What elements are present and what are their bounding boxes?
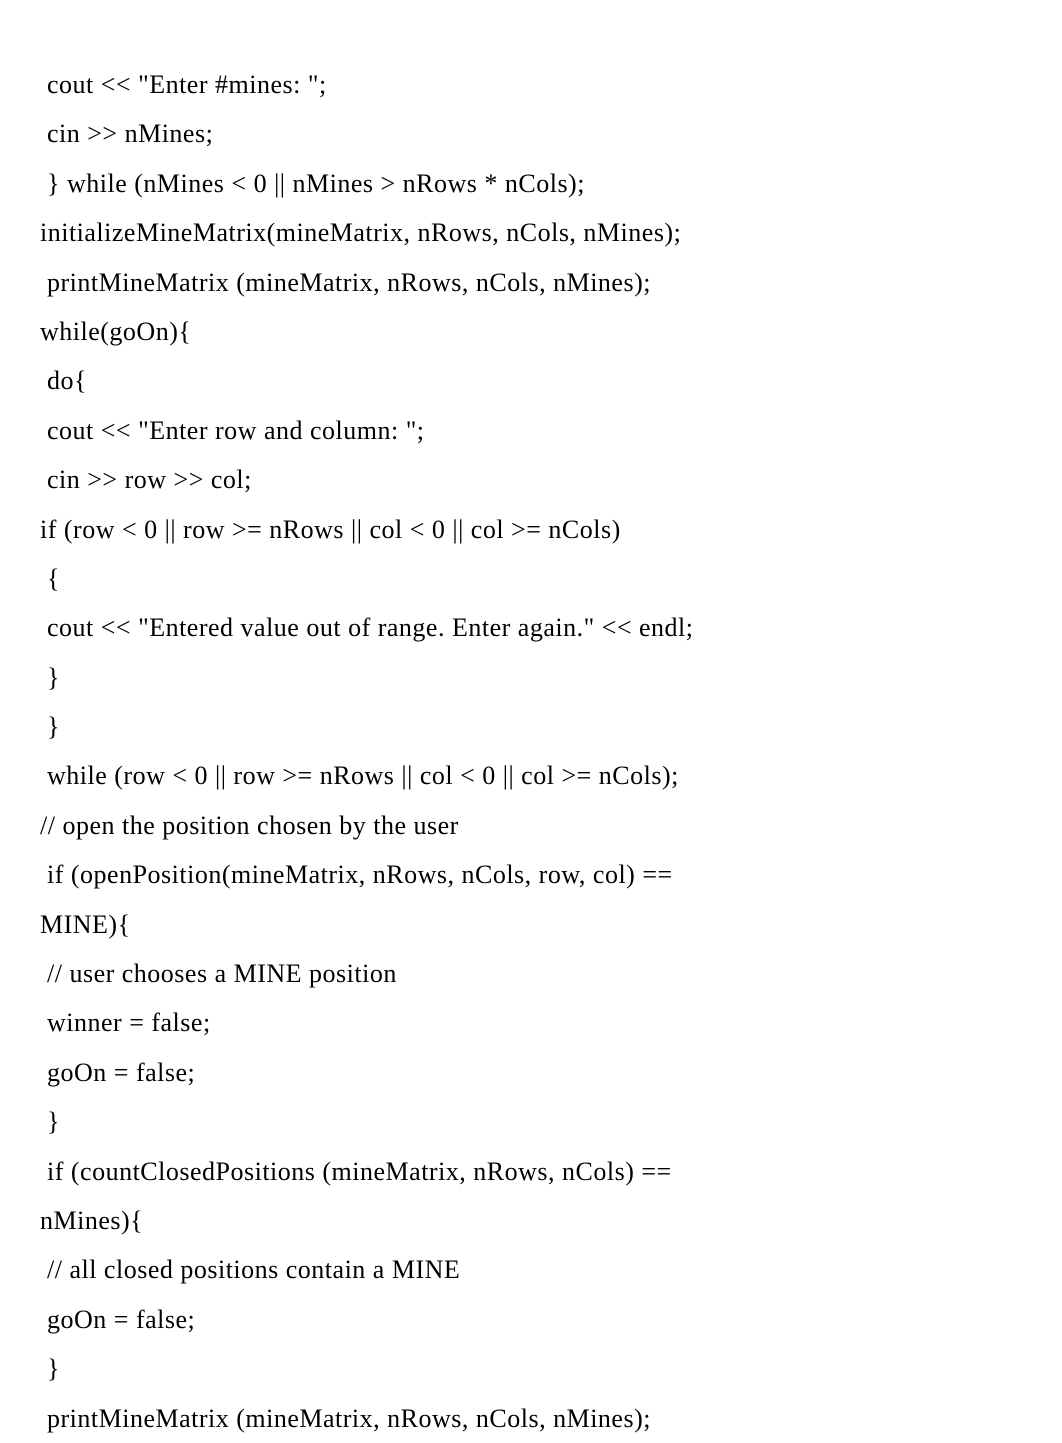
- code-line: // user chooses a MINE position: [40, 949, 1022, 998]
- code-line: goOn = false;: [40, 1295, 1022, 1344]
- code-line: }: [40, 1097, 1022, 1146]
- code-line: cout << "Enter row and column: ";: [40, 406, 1022, 455]
- code-line: cout << "Entered value out of range. Ent…: [40, 603, 1022, 652]
- code-line: }: [40, 1344, 1022, 1393]
- code-line: printMineMatrix (mineMatrix, nRows, nCol…: [40, 258, 1022, 307]
- code-line: cout << "Enter #mines: ";: [40, 60, 1022, 109]
- code-line: // all closed positions contain a MINE: [40, 1245, 1022, 1294]
- code-line: printMineMatrix (mineMatrix, nRows, nCol…: [40, 1394, 1022, 1443]
- code-line: nMines){: [40, 1196, 1022, 1245]
- code-line: MINE){: [40, 900, 1022, 949]
- code-line: }: [40, 653, 1022, 702]
- code-line: cin >> row >> col;: [40, 455, 1022, 504]
- code-line: initializeMineMatrix(mineMatrix, nRows, …: [40, 208, 1022, 257]
- code-line: cin >> nMines;: [40, 109, 1022, 158]
- code-line: while (row < 0 || row >= nRows || col < …: [40, 751, 1022, 800]
- code-line: if (openPosition(mineMatrix, nRows, nCol…: [40, 850, 1022, 899]
- code-line: // open the position chosen by the user: [40, 801, 1022, 850]
- code-line: if (countClosedPositions (mineMatrix, nR…: [40, 1147, 1022, 1196]
- code-line: } while (nMines < 0 || nMines > nRows * …: [40, 159, 1022, 208]
- code-line: goOn = false;: [40, 1048, 1022, 1097]
- code-line: winner = false;: [40, 998, 1022, 1047]
- code-line: while(goOn){: [40, 307, 1022, 356]
- code-line: do{: [40, 356, 1022, 405]
- code-line: }: [40, 702, 1022, 751]
- code-line: if (row < 0 || row >= nRows || col < 0 |…: [40, 505, 1022, 554]
- code-line: {: [40, 554, 1022, 603]
